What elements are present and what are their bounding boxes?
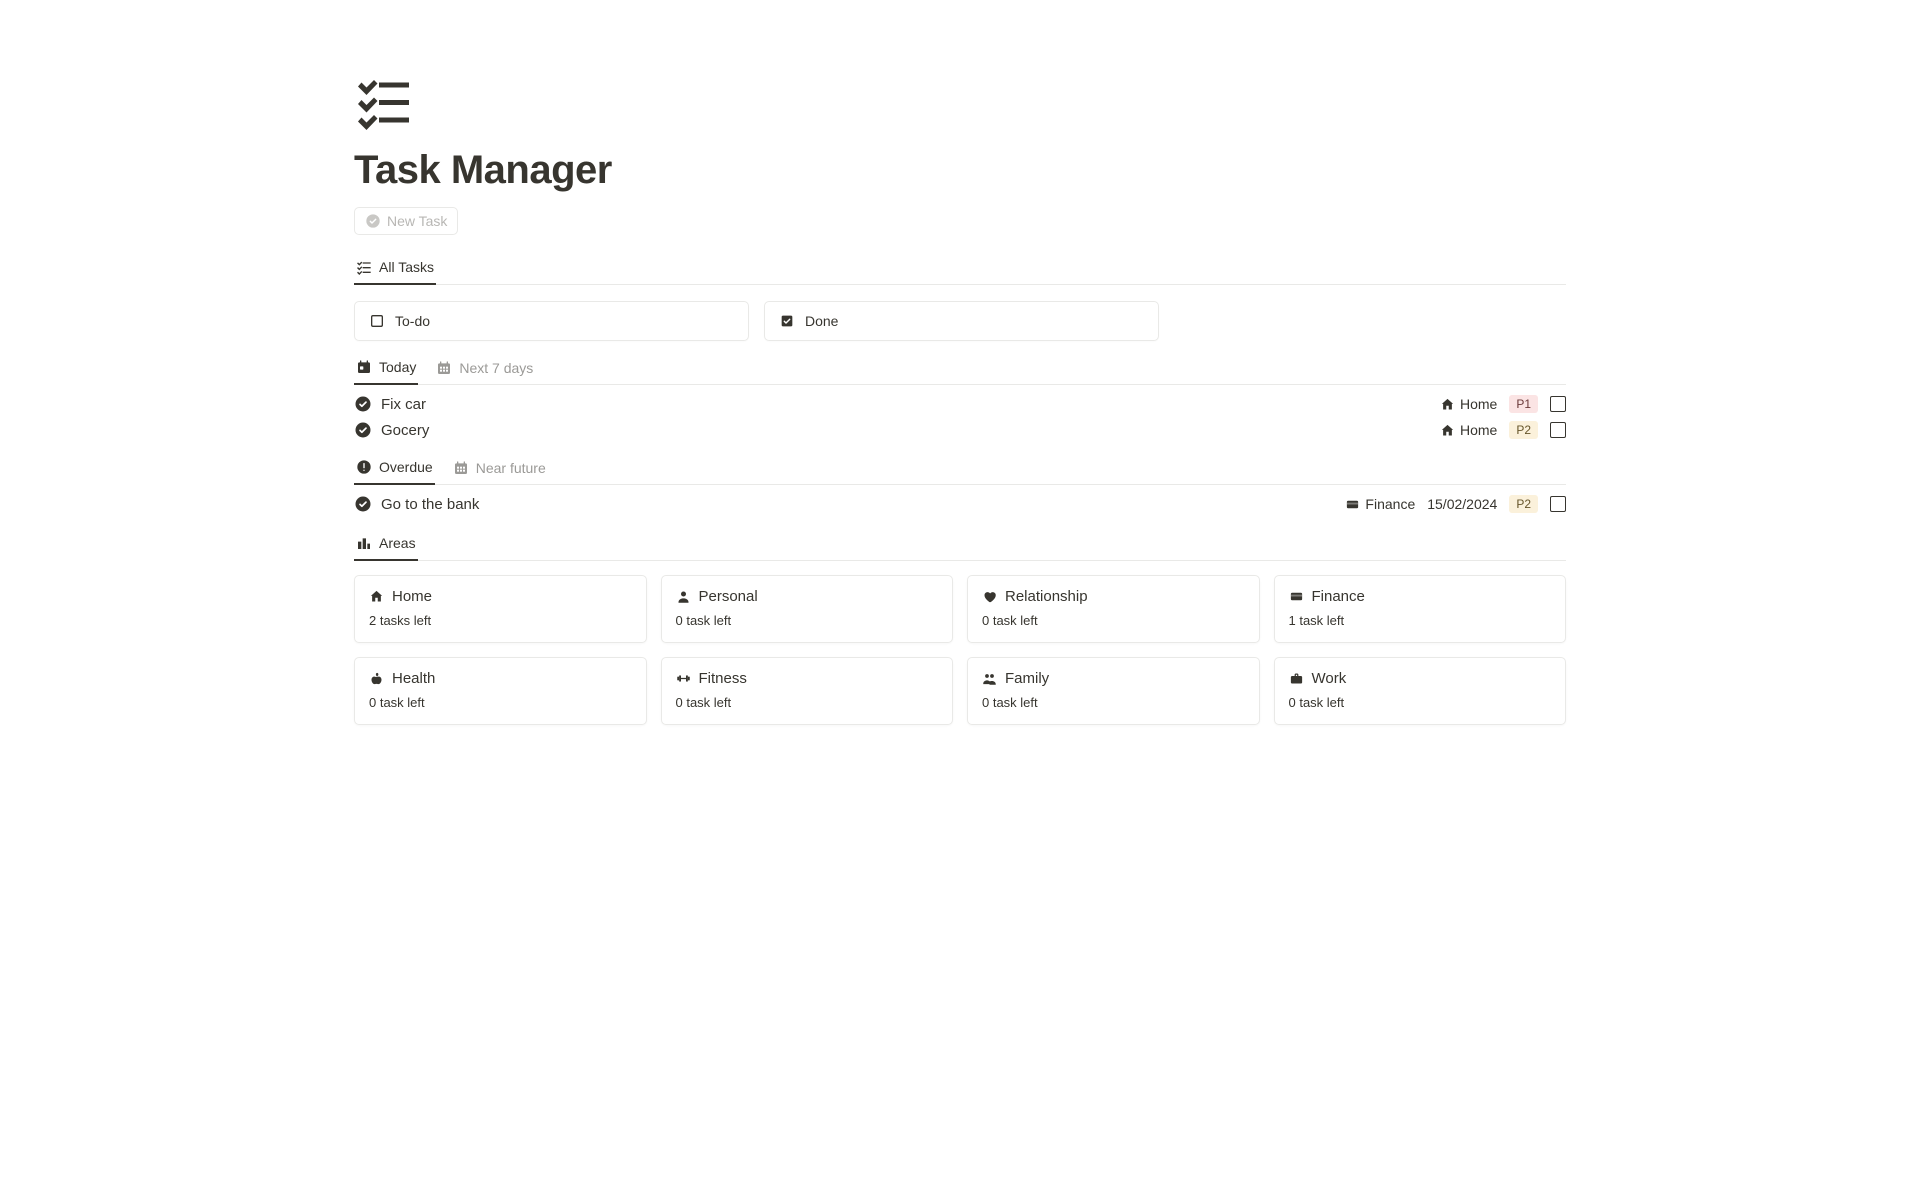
apple-icon [369,671,384,686]
dumbbell-icon [676,671,691,686]
card-icon [1289,589,1304,604]
check-circle-icon [354,495,372,513]
area-card[interactable]: Health 0 task left [354,657,647,725]
task-area-label: Finance [1365,496,1415,512]
overdue-tabs: Overdue Near future [354,453,1566,485]
area-card-sub: 0 task left [982,613,1245,628]
status-todo-card[interactable]: To-do [354,301,749,341]
task-area-pill[interactable]: Finance [1345,496,1415,512]
task-row[interactable]: Fix car Home P1 [354,391,1566,417]
calendar-day-icon [356,359,372,375]
task-row[interactable]: Go to the bank Finance 15/02/2024 P2 [354,491,1566,517]
tab-today[interactable]: Today [354,353,418,385]
home-icon [1440,397,1455,412]
task-area-label: Home [1460,396,1497,412]
area-card[interactable]: Work 0 task left [1274,657,1567,725]
home-icon [369,589,384,604]
area-card-sub: 0 task left [1289,695,1552,710]
area-card[interactable]: Finance 1 task left [1274,575,1567,643]
area-card-name: Relationship [1005,588,1088,605]
person-icon [676,589,691,604]
task-checkbox[interactable] [1550,496,1566,512]
new-task-label: New Task [387,213,447,229]
card-icon [1345,497,1360,512]
task-title: Go to the bank [381,496,479,513]
area-card-name: Home [392,588,432,605]
tab-next7-label: Next 7 days [459,360,533,376]
status-todo-label: To-do [395,313,430,329]
briefcase-icon [1289,671,1304,686]
areas-tabs: Areas [354,529,1566,561]
area-card-sub: 1 task left [1289,613,1552,628]
task-area-label: Home [1460,422,1497,438]
area-card-name: Family [1005,670,1049,687]
status-done-label: Done [805,313,838,329]
check-circle-icon [354,421,372,439]
area-card-name: Fitness [699,670,747,687]
area-card[interactable]: Family 0 task left [967,657,1260,725]
area-card-name: Work [1312,670,1347,687]
tab-areas-label: Areas [379,535,416,551]
overdue-task-list: Go to the bank Finance 15/02/2024 P2 [354,491,1566,517]
task-title: Fix car [381,396,426,413]
all-tasks-tabs: All Tasks [354,253,1566,285]
status-done-card[interactable]: Done [764,301,1159,341]
area-card[interactable]: Relationship 0 task left [967,575,1260,643]
task-row[interactable]: Gocery Home P2 [354,417,1566,443]
tab-overdue[interactable]: Overdue [354,453,435,485]
tab-next7[interactable]: Next 7 days [434,353,535,384]
tab-all-tasks-label: All Tasks [379,259,434,275]
area-grid: Home 2 tasks left Personal 0 task left R… [354,575,1566,725]
area-card-sub: 0 task left [676,613,939,628]
area-card-name: Personal [699,588,758,605]
area-card-sub: 0 task left [369,695,632,710]
area-card[interactable]: Personal 0 task left [661,575,954,643]
calendar-grid-icon [453,460,469,476]
area-card[interactable]: Home 2 tasks left [354,575,647,643]
city-icon [356,535,372,551]
tab-near-future-label: Near future [476,460,546,476]
area-card-sub: 0 task left [676,695,939,710]
calendar-grid-icon [436,360,452,376]
area-card-sub: 0 task left [982,695,1245,710]
new-task-button[interactable]: New Task [354,207,458,235]
home-icon [1440,423,1455,438]
check-circle-icon [354,395,372,413]
task-checkbox[interactable] [1550,422,1566,438]
checklist-icon [356,259,372,275]
square-icon [369,313,385,329]
tab-near-future[interactable]: Near future [451,453,548,484]
heart-icon [982,589,997,604]
square-check-icon [779,313,795,329]
task-area-pill[interactable]: Home [1440,396,1497,412]
area-card[interactable]: Fitness 0 task left [661,657,954,725]
area-card-name: Health [392,670,435,687]
page-icon [354,70,1566,140]
page-title: Task Manager [354,148,1566,193]
today-task-list: Fix car Home P1 Gocery Home P2 [354,391,1566,443]
check-circle-icon [365,213,381,229]
area-card-name: Finance [1312,588,1365,605]
tab-today-label: Today [379,359,416,375]
task-checkbox[interactable] [1550,396,1566,412]
tab-overdue-label: Overdue [379,459,433,475]
task-date: 15/02/2024 [1427,496,1497,512]
priority-badge: P1 [1509,395,1538,413]
exclaim-icon [356,459,372,475]
priority-badge: P2 [1509,495,1538,513]
priority-badge: P2 [1509,421,1538,439]
area-card-sub: 2 tasks left [369,613,632,628]
tab-areas[interactable]: Areas [354,529,418,561]
status-cards: To-do Done [354,301,1566,341]
tab-all-tasks[interactable]: All Tasks [354,253,436,285]
people-icon [982,671,997,686]
task-area-pill[interactable]: Home [1440,422,1497,438]
today-tabs: Today Next 7 days [354,353,1566,385]
task-title: Gocery [381,422,429,439]
